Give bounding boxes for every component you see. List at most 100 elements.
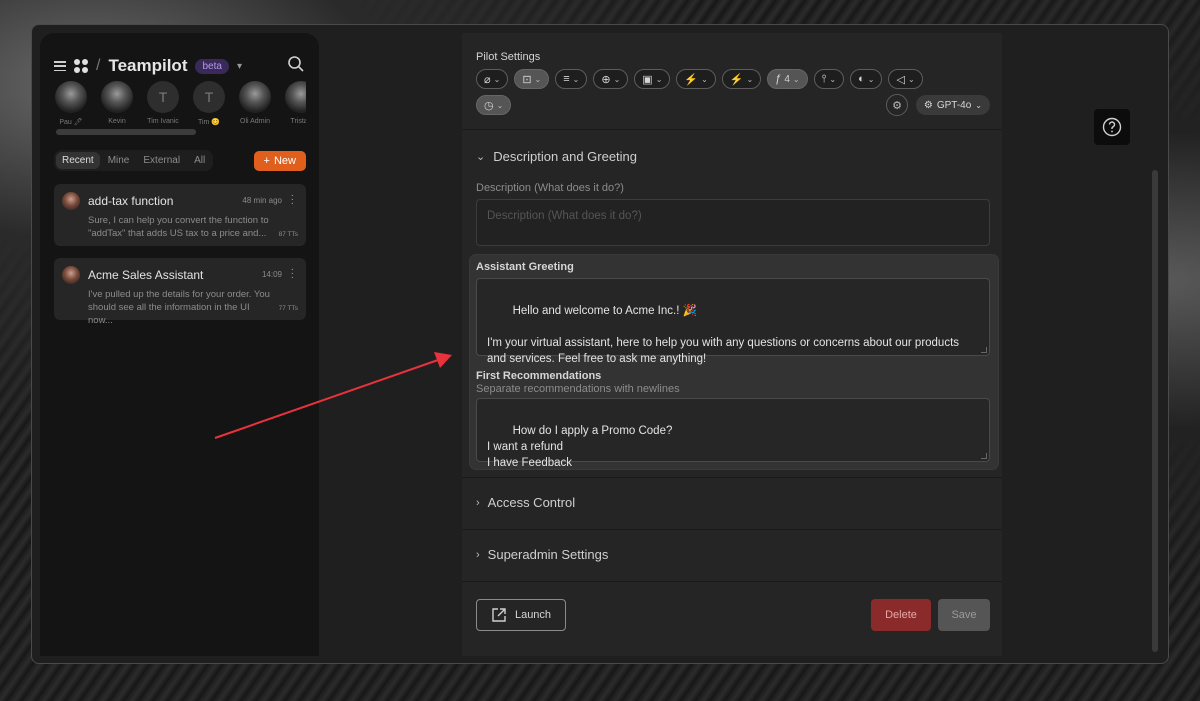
menu-icon[interactable] — [54, 61, 66, 71]
temperature-toggle[interactable]: ⫯ ⌄ — [813, 69, 845, 89]
chevron-down-icon: ⌄ — [493, 74, 501, 84]
greeting-field[interactable]: Hello and welcome to Acme Inc.! 🎉 I'm yo… — [476, 278, 990, 365]
divider — [462, 529, 1002, 530]
globe-icon: ⊕ — [601, 73, 611, 86]
app-name[interactable]: Teampilot — [108, 56, 187, 76]
avatar-item[interactable]: Kevin — [100, 81, 134, 126]
chevron-down-icon: ⌄ — [613, 74, 621, 84]
attachment-toggle[interactable]: ⌀ ⌄ — [476, 69, 509, 89]
pilot-settings-panel: Pilot Settings ⌀ ⌄ ⊡ ⌄ ≡ ⌄ ⊕ ⌄ ▣ ⌄ ⚡ ⌄ ⚡ ⌄ ƒ 4 ⌄ … — [462, 33, 1002, 656]
database-toggle[interactable]: ≡ ⌄ — [555, 69, 588, 89]
bot-toggle[interactable]: ⊡ ⌄ — [514, 69, 550, 89]
page-scrollbar[interactable] — [1152, 170, 1158, 652]
access-control-header[interactable]: › Access Control — [476, 495, 575, 510]
chevron-down-icon: ⌄ — [476, 151, 486, 163]
avatar — [101, 81, 133, 113]
help-button[interactable] — [1094, 109, 1130, 145]
chevron-right-icon: › — [476, 496, 480, 509]
contrast-icon: ◐ — [858, 73, 865, 85]
database-icon: ≡ — [563, 73, 570, 85]
avatar — [62, 266, 80, 284]
function-icon: ƒ — [775, 73, 782, 85]
token-count: 87 TTs — [278, 231, 298, 238]
avatar-item[interactable]: Pau 🖊 — [54, 81, 88, 126]
chat-preview: I've pulled up the details for your orde… — [88, 289, 270, 326]
external-link-icon — [492, 608, 506, 622]
more-vertical-icon[interactable]: · · · — [291, 191, 294, 209]
chevron-right-icon: › — [476, 548, 480, 561]
chat-item[interactable]: add-tax function 48 min ago · · · Sure, I … — [54, 184, 306, 246]
avatar-name: Pau 🖊 — [59, 119, 83, 126]
greeting-text: Hello and welcome to Acme Inc.! 🎉 I'm yo… — [487, 305, 960, 365]
avatar-item[interactable]: T Tim Ivanic — [146, 81, 180, 126]
mode-toggle[interactable]: ◐ ⌄ — [850, 69, 883, 89]
save-button[interactable]: Save — [938, 599, 990, 631]
more-vertical-icon[interactable]: · · · — [291, 265, 294, 283]
avatar — [55, 81, 87, 113]
function-toggle[interactable]: ƒ 4 ⌄ — [767, 69, 808, 89]
chat-item[interactable]: Acme Sales Assistant 14:09 · · · I've pull… — [54, 258, 306, 326]
clock-icon: ◷ — [484, 99, 494, 112]
section-title: Description and Greeting — [493, 149, 638, 164]
greeting-section: Assistant Greeting Hello and welcome to … — [470, 255, 998, 469]
avatar-scrollbar[interactable] — [56, 129, 196, 135]
thermometer-icon: ⫯ — [821, 72, 827, 85]
avatar: T — [193, 81, 225, 113]
delete-button[interactable]: Delete — [871, 599, 931, 631]
chevron-down-icon: ⌄ — [534, 74, 542, 84]
plugin-toggle[interactable]: ⚡ ⌄ — [676, 69, 716, 89]
section-title: Superadmin Settings — [487, 547, 609, 562]
speaker-icon: ◁ — [896, 73, 905, 86]
tab-external[interactable]: External — [137, 152, 186, 169]
recommendations-label: First Recommendations — [476, 370, 602, 382]
chevron-down-icon: ⌄ — [572, 74, 580, 84]
chevron-down-icon: ⌄ — [701, 74, 708, 84]
image-toggle[interactable]: ▣ ⌄ — [634, 69, 671, 89]
robot-icon: ⊡ — [522, 73, 532, 86]
integration-toggle[interactable]: ⚡ ⌄ — [721, 69, 762, 89]
avatar-item[interactable]: Tristan — [284, 81, 306, 126]
search-icon[interactable] — [287, 55, 305, 73]
tab-all[interactable]: All — [188, 152, 211, 169]
filter-row: Recent Mine External All + New — [54, 150, 306, 171]
launch-button[interactable]: Launch — [476, 599, 566, 631]
chevron-down-icon[interactable]: ▾ — [237, 61, 242, 72]
resize-handle[interactable] — [981, 347, 987, 353]
filter-tabs: Recent Mine External All — [54, 150, 214, 171]
description-field[interactable]: Description (What does it do?) — [476, 199, 990, 246]
team-avatars: Pau 🖊 Kevin T Tim Ivanic T Tim 😊 Oli Admin Tris… — [54, 81, 306, 126]
schedule-toggle[interactable]: ◷ ⌄ — [476, 95, 512, 115]
avatar-name: Tristan — [290, 118, 306, 125]
recommendations-field[interactable]: How do I apply a Promo Code? I want a re… — [476, 398, 990, 469]
resize-handle[interactable] — [981, 453, 987, 459]
chat-preview: Sure, I can help you convert the functio… — [88, 215, 269, 239]
plus-icon: + — [263, 154, 270, 167]
avatar-name: Kevin — [108, 118, 126, 125]
header-separator: / — [96, 57, 101, 74]
avatar-item[interactable]: T Tim 😊 — [192, 81, 226, 126]
description-greeting-header[interactable]: ⌄ Description and Greeting — [476, 149, 637, 164]
gear-icon[interactable]: ⚙ — [886, 94, 908, 116]
chat-title: Acme Sales Assistant — [88, 268, 204, 282]
avatar-item[interactable]: Oli Admin — [238, 81, 272, 126]
plug-icon: ⚡ — [684, 73, 699, 86]
tab-mine[interactable]: Mine — [102, 152, 136, 169]
superadmin-header[interactable]: › Superadmin Settings — [476, 547, 608, 562]
model-selector[interactable]: ⚙ GPT-4o ⌄ — [915, 95, 990, 115]
avatar — [285, 81, 306, 113]
tool-toggle-row: ⌀ ⌄ ⊡ ⌄ ≡ ⌄ ⊕ ⌄ ▣ ⌄ ⚡ ⌄ ⚡ ⌄ ƒ 4 ⌄ ⫯ ⌄ ◐ ⌄ ◁ ⌄ — [476, 69, 923, 89]
chat-title: add-tax function — [88, 194, 174, 208]
voice-toggle[interactable]: ◁ ⌄ — [888, 69, 923, 89]
web-toggle[interactable]: ⊕ ⌄ — [593, 69, 629, 89]
divider — [462, 129, 1002, 130]
chevron-down-icon: ⌄ — [975, 100, 982, 110]
avatar — [239, 81, 271, 113]
chevron-down-icon: ⌄ — [655, 74, 663, 84]
plug-icon: ⚡ — [729, 73, 744, 86]
function-count: 4 — [784, 73, 790, 85]
section-title: Access Control — [487, 495, 576, 510]
tab-recent[interactable]: Recent — [56, 152, 100, 169]
launch-label: Launch — [514, 609, 552, 621]
avatar-name: Tim 😊 — [197, 119, 221, 126]
new-chat-button[interactable]: + New — [253, 150, 306, 171]
